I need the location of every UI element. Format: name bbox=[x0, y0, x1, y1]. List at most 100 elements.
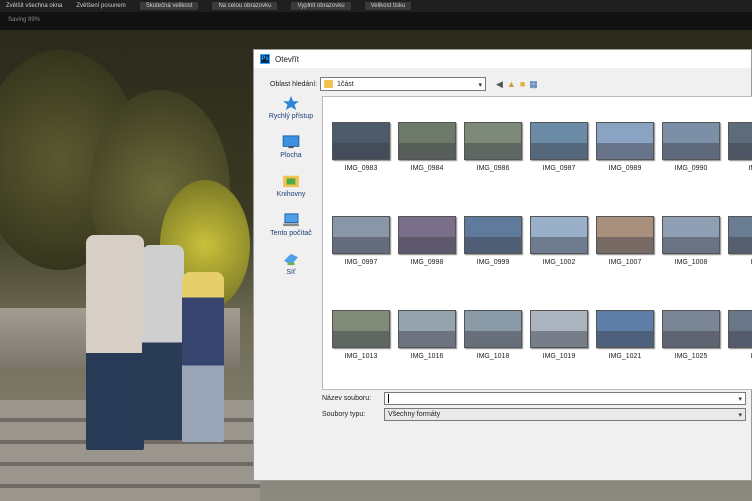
file-name: IMG_0983 bbox=[344, 165, 378, 172]
chevron-down-icon[interactable]: ▾ bbox=[738, 395, 742, 403]
file-item[interactable]: IMG_0990 bbox=[658, 122, 724, 216]
filetype-label: Soubory typu: bbox=[322, 410, 366, 418]
file-name: IMG_1008 bbox=[674, 259, 708, 266]
toolbar-fill-screen-button[interactable]: Vyplnit obrazovku bbox=[291, 2, 351, 10]
sidebar-label: Rychlý přístup bbox=[268, 113, 314, 120]
sidebar-item-libraries[interactable]: Knihovny bbox=[260, 174, 322, 213]
file-name: IMG_1007 bbox=[608, 259, 642, 266]
filetype-dropdown[interactable]: Všechny formáty ▾ bbox=[384, 407, 746, 421]
saving-status: Saving 99% bbox=[8, 17, 41, 23]
file-item[interactable]: IMG_0984 bbox=[394, 122, 460, 216]
star-icon bbox=[283, 96, 299, 110]
file-item[interactable]: IMG_1013 bbox=[328, 310, 394, 389]
look-in-label: Oblast hledání: bbox=[270, 80, 318, 88]
file-thumbnail bbox=[398, 310, 456, 348]
look-in-dropdown[interactable]: 1část ▾ bbox=[320, 77, 486, 91]
file-thumbnail bbox=[398, 216, 456, 254]
file-name: IMG_0997 bbox=[344, 259, 378, 266]
filetype-value: Všechny formáty bbox=[388, 410, 441, 418]
filetype-row: Soubory typu: Všechny formáty ▾ bbox=[254, 407, 752, 421]
toolbar-scrubby-zoom[interactable]: Zvětšení posunem bbox=[76, 3, 125, 9]
file-thumbnail bbox=[332, 310, 390, 348]
file-item[interactable]: IMG_1018 bbox=[460, 310, 526, 389]
file-thumbnail bbox=[662, 310, 720, 348]
file-thumbnail bbox=[662, 216, 720, 254]
chevron-down-icon[interactable]: ▾ bbox=[738, 411, 742, 419]
file-thumbnail bbox=[530, 310, 588, 348]
network-icon bbox=[284, 253, 298, 266]
file-thumbnail bbox=[596, 216, 654, 254]
file-item[interactable]: IMG_0998 bbox=[394, 216, 460, 310]
file-item[interactable]: IMG_1008 bbox=[658, 216, 724, 310]
file-name: IMG_1013 bbox=[344, 353, 378, 360]
open-dialog: Ps Otevřít Oblast hledání: 1část ▾ ◀ ▲ ■… bbox=[253, 49, 752, 481]
toolbar-fit-screen-button[interactable]: Na celou obrazovku bbox=[212, 2, 278, 10]
file-thumbnail bbox=[728, 122, 752, 160]
toolbar-actual-size-button[interactable]: Skutečná velikost bbox=[139, 2, 199, 10]
file-name: IMG_0990 bbox=[674, 165, 708, 172]
places-sidebar: Rychlý přístup Plocha Knihovny Tento poč… bbox=[260, 96, 322, 296]
sidebar-item-this-pc[interactable]: Tento počítač bbox=[260, 213, 322, 252]
file-name: IMG_0989 bbox=[608, 165, 642, 172]
file-name: IMG_1018 bbox=[476, 353, 510, 360]
file-name: IMG_1002 bbox=[542, 259, 576, 266]
file-name: IMG_ bbox=[748, 165, 752, 172]
file-name: IMG_0984 bbox=[410, 165, 444, 172]
toolbar-zoom-all-windows[interactable]: Zvětšit všechna okna bbox=[6, 3, 62, 9]
file-thumbnail bbox=[662, 122, 720, 160]
computer-icon bbox=[283, 213, 299, 227]
file-item[interactable]: IMG_1021 bbox=[592, 310, 658, 389]
toolbar-print-size-button[interactable]: Velikost tisku bbox=[364, 2, 412, 10]
file-thumbnail bbox=[464, 122, 522, 160]
file-thumbnail bbox=[596, 310, 654, 348]
file-thumbnail bbox=[332, 216, 390, 254]
chevron-down-icon[interactable]: ▾ bbox=[478, 81, 482, 89]
file-item[interactable]: IMG_0997 bbox=[328, 216, 394, 310]
file-item[interactable]: IMG bbox=[724, 216, 752, 310]
file-item[interactable]: IMG_1025 bbox=[658, 310, 724, 389]
file-item[interactable]: IMG_0987 bbox=[526, 122, 592, 216]
dialog-title: Otevřít bbox=[275, 54, 300, 64]
file-thumbnail bbox=[332, 122, 390, 160]
back-icon[interactable]: ◀ bbox=[496, 79, 503, 90]
app-toolbar: Zvětšit všechna okna Zvětšení posunem Sk… bbox=[0, 0, 752, 12]
sidebar-item-desktop[interactable]: Plocha bbox=[260, 135, 322, 174]
look-in-value: 1část bbox=[337, 80, 354, 88]
nav-buttons: ◀ ▲ ■ ▦ bbox=[496, 79, 538, 90]
file-name: IMG_0987 bbox=[542, 165, 576, 172]
file-item[interactable]: IMG_ bbox=[724, 122, 752, 216]
file-item[interactable]: IMG_1002 bbox=[526, 216, 592, 310]
new-folder-icon[interactable]: ■ bbox=[520, 79, 525, 89]
file-item[interactable]: IMG_0983 bbox=[328, 122, 394, 216]
folder-icon bbox=[324, 80, 333, 88]
libraries-icon bbox=[283, 175, 299, 188]
file-thumbnail bbox=[596, 122, 654, 160]
sidebar-label: Tento počítač bbox=[270, 230, 312, 237]
file-name: IMG_1016 bbox=[410, 353, 444, 360]
file-name: IMG_0998 bbox=[410, 259, 444, 266]
sidebar-label: Knihovny bbox=[276, 191, 306, 198]
file-item[interactable]: IMG_1007 bbox=[592, 216, 658, 310]
file-name: IMG_1019 bbox=[542, 353, 576, 360]
photoshop-icon: Ps bbox=[260, 54, 270, 64]
file-thumbnail bbox=[398, 122, 456, 160]
filename-row: Název souboru: ▾ bbox=[254, 391, 752, 405]
file-thumbnail bbox=[530, 216, 588, 254]
file-list-pane[interactable]: IMG_0983 IMG_0984 IMG_0986 IMG_0987 IMG_0989… bbox=[322, 96, 752, 390]
sidebar-item-quick-access[interactable]: Rychlý přístup bbox=[260, 96, 322, 135]
file-item[interactable]: IMG bbox=[724, 310, 752, 389]
desktop-icon bbox=[282, 135, 300, 149]
filename-input[interactable]: ▾ bbox=[384, 391, 746, 405]
sidebar-item-network[interactable]: Síť bbox=[260, 252, 322, 291]
file-item[interactable]: IMG_0989 bbox=[592, 122, 658, 216]
file-item[interactable]: IMG_1019 bbox=[526, 310, 592, 389]
up-folder-icon[interactable]: ▲ bbox=[507, 79, 516, 89]
file-item[interactable]: IMG_0986 bbox=[460, 122, 526, 216]
file-item[interactable]: IMG_0999 bbox=[460, 216, 526, 310]
file-thumbnail bbox=[728, 310, 752, 348]
view-menu-icon[interactable]: ▦ bbox=[529, 79, 538, 90]
file-name: IMG_0999 bbox=[476, 259, 510, 266]
file-item[interactable]: IMG_1016 bbox=[394, 310, 460, 389]
dialog-titlebar[interactable]: Ps Otevřít bbox=[254, 50, 751, 68]
file-thumbnail bbox=[530, 122, 588, 160]
